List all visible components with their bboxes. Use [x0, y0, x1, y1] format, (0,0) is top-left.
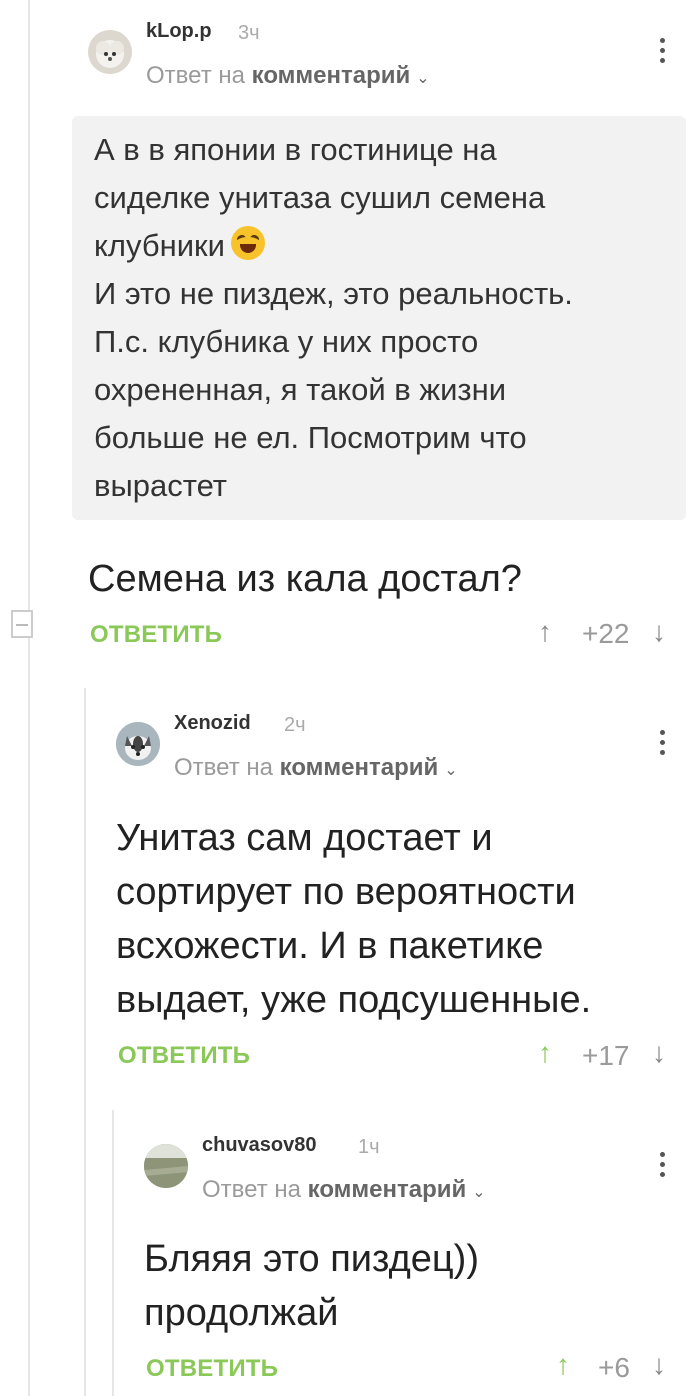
quote-line: П.с. клубника у них просто — [94, 324, 479, 359]
upvote-arrow-icon[interactable]: ↑ — [556, 1349, 570, 1381]
quote-line: больше не ел. Посмотрим что — [94, 420, 527, 455]
reply-target[interactable]: комментарий — [280, 754, 439, 781]
thread-line — [28, 0, 30, 1396]
rating-score: +22 — [582, 618, 630, 649]
reply-prefix: Ответ на — [202, 1176, 301, 1203]
timestamp: 3ч — [238, 22, 260, 44]
thread-line — [112, 1110, 114, 1396]
chevron-down-icon[interactable]: ⌄ — [416, 70, 429, 87]
downvote-arrow-icon[interactable]: ↓ — [652, 1349, 666, 1381]
avatar[interactable] — [144, 1144, 188, 1188]
comment-line: сортирует по вероятности — [116, 871, 576, 913]
comment-text: Семена из кала достал? — [88, 552, 522, 606]
upvote-arrow-icon[interactable]: ↑ — [538, 1037, 552, 1069]
reply-target[interactable]: комментарий — [308, 1176, 467, 1203]
collapse-thread-button[interactable] — [11, 610, 33, 638]
reply-to[interactable]: Ответ на комментарий ⌄ — [202, 1176, 486, 1204]
rating-score: +6 — [598, 1352, 630, 1383]
quote-line: охрененная, я такой в жизни — [94, 372, 507, 407]
upvote-arrow-icon[interactable]: ↑ — [538, 616, 552, 648]
username[interactable]: chuvasov80 — [202, 1134, 317, 1157]
laughing-emoji-icon — [230, 226, 265, 260]
reply-to[interactable]: Ответ на комментарий ⌄ — [174, 754, 458, 782]
reply-to[interactable]: Ответ на комментарий ⌄ — [146, 62, 430, 90]
reply-button[interactable]: ОТВЕТИТЬ — [118, 1042, 250, 1070]
quote-line: А в в японии в гостинице на — [94, 132, 497, 167]
timestamp: 1ч — [358, 1136, 380, 1158]
downvote-arrow-icon[interactable]: ↓ — [652, 1037, 666, 1069]
quote-line: сиделке унитаза сушил семена — [94, 180, 546, 215]
username[interactable]: kLop.p — [146, 20, 212, 43]
chevron-down-icon[interactable]: ⌄ — [444, 762, 457, 779]
more-options-icon[interactable] — [658, 38, 666, 68]
comment-line: Семена из кала достал? — [88, 558, 522, 600]
avatar-image — [96, 40, 124, 68]
more-options-icon[interactable] — [658, 1152, 666, 1182]
reply-prefix: Ответ на — [146, 62, 245, 89]
quote-line: вырастет — [94, 468, 227, 503]
comment-line: Унитаз сам достает и — [116, 817, 493, 859]
chevron-down-icon[interactable]: ⌄ — [472, 1184, 485, 1201]
comment-line: Бляяя это пиздец)) — [144, 1238, 479, 1280]
reply-button[interactable]: ОТВЕТИТЬ — [146, 1355, 278, 1383]
avatar-image — [116, 722, 160, 766]
rating-score: +17 — [582, 1040, 630, 1071]
comment-line: продолжай — [144, 1292, 339, 1334]
thread-line — [84, 688, 86, 1396]
downvote-arrow-icon[interactable]: ↓ — [652, 616, 666, 648]
comment-line: всхожести. И в пакетике — [116, 925, 544, 967]
reply-button[interactable]: ОТВЕТИТЬ — [90, 621, 222, 649]
minus-icon — [16, 624, 28, 626]
timestamp: 2ч — [284, 714, 306, 736]
reply-prefix: Ответ на — [174, 754, 273, 781]
avatar[interactable] — [88, 30, 132, 74]
avatar-image — [144, 1144, 188, 1188]
username[interactable]: Xenozid — [174, 712, 251, 735]
quote-line: клубники — [94, 222, 664, 270]
more-options-icon[interactable] — [658, 730, 666, 760]
comment-text: Унитаз сам достает и сортирует по вероят… — [116, 811, 591, 1027]
quoted-comment: А в в японии в гостинице на сиделке унит… — [72, 116, 686, 520]
quote-line: И это не пиздеж, это реальность. — [94, 276, 573, 311]
comment-text: Бляяя это пиздец)) продолжай — [144, 1232, 479, 1340]
reply-target[interactable]: комментарий — [252, 62, 411, 89]
avatar[interactable] — [116, 722, 160, 766]
comment-line: выдает, уже подсушенные. — [116, 979, 592, 1021]
